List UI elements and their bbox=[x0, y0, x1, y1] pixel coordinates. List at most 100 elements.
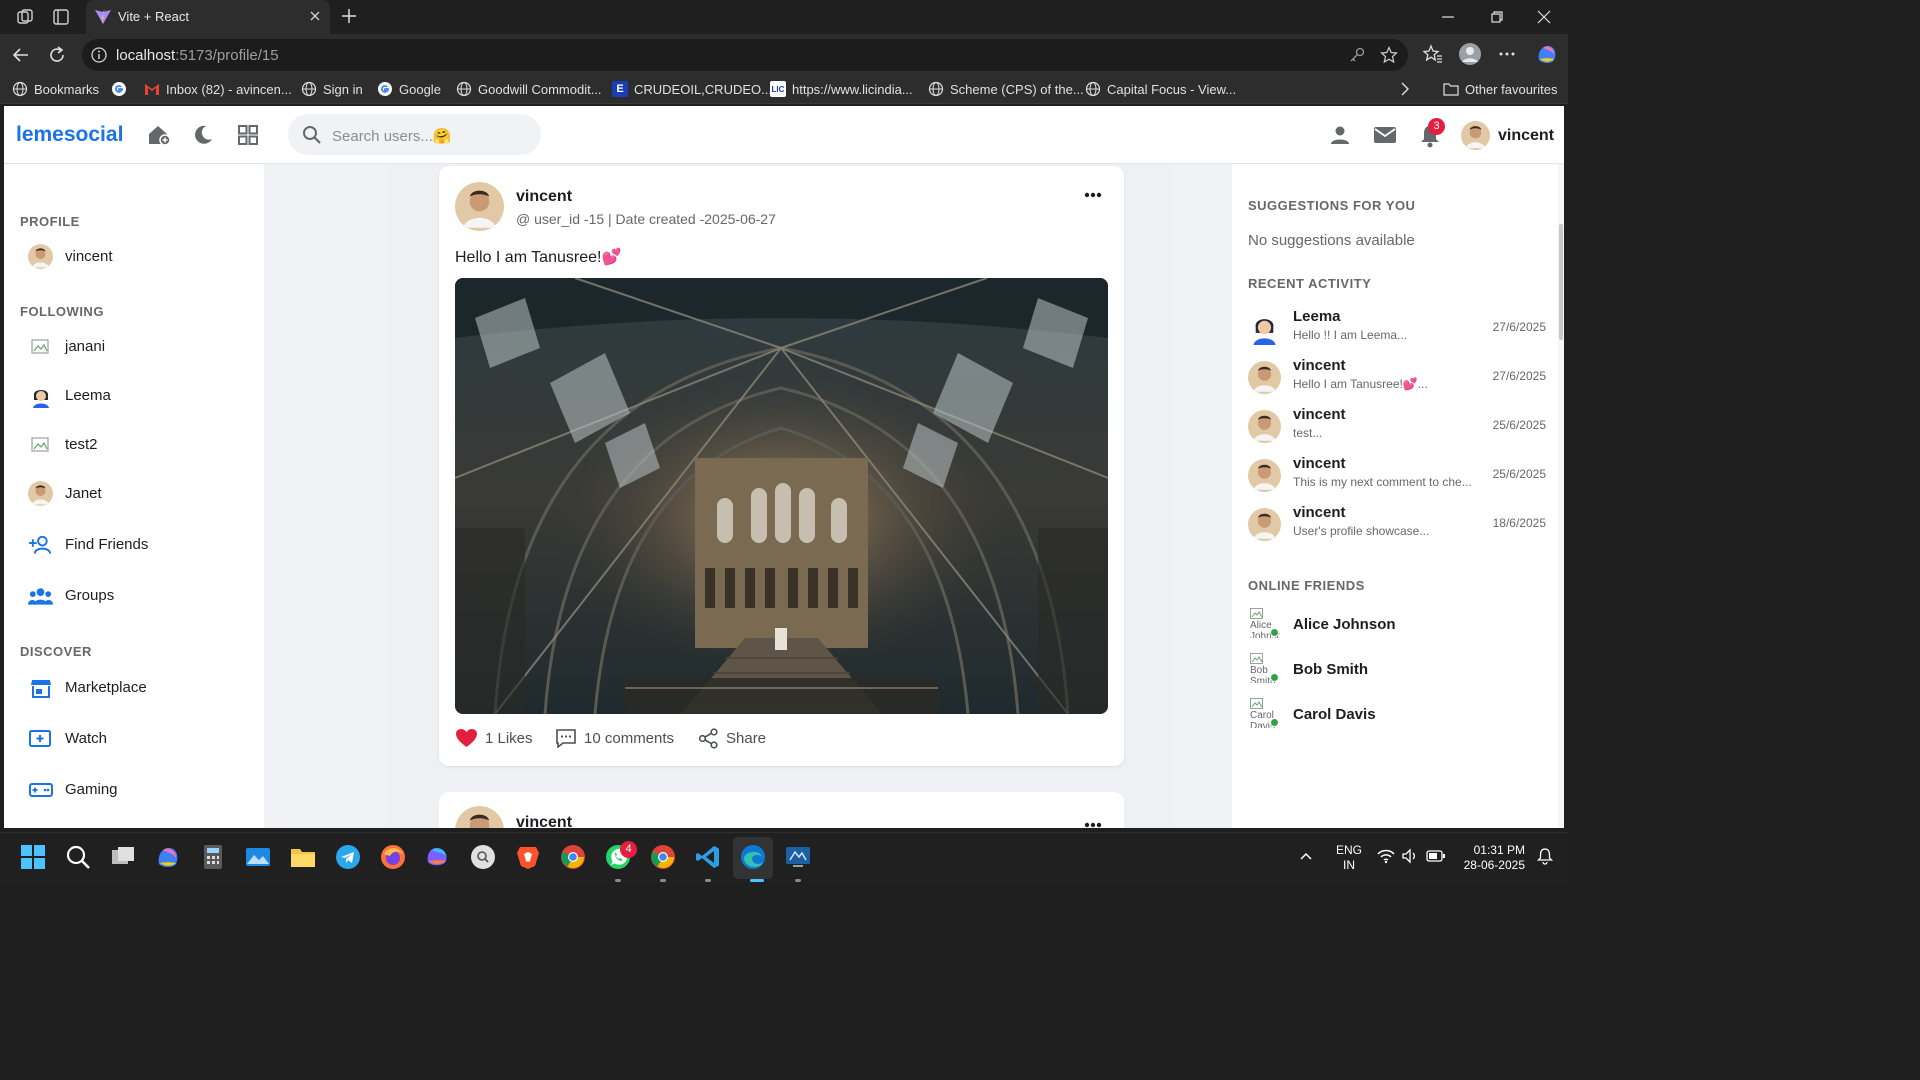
sidebar-item-marketplace[interactable]: Marketplace bbox=[28, 675, 147, 700]
close-tab-icon[interactable] bbox=[308, 9, 322, 23]
left-sidebar: PROFILE vincent FOLLOWING janani Leema t… bbox=[4, 164, 264, 828]
comments-button[interactable]: 10 comments bbox=[555, 728, 674, 748]
avatar bbox=[28, 481, 53, 506]
photos-icon[interactable] bbox=[245, 844, 271, 870]
chrome-icon[interactable] bbox=[560, 844, 586, 870]
address-bar[interactable]: localhost:5173/profile/15 bbox=[82, 39, 1408, 71]
edge-icon[interactable] bbox=[740, 844, 766, 870]
url-text: localhost:5173/profile/15 bbox=[116, 47, 279, 64]
avatar[interactable] bbox=[455, 806, 504, 828]
bookmark-item[interactable]: Capital Focus - View... bbox=[1085, 81, 1236, 97]
bookmark-item[interactable]: Inbox (82) - avincen... bbox=[144, 81, 292, 97]
section-title-profile: PROFILE bbox=[20, 214, 80, 229]
person-icon[interactable] bbox=[1329, 124, 1351, 146]
chrome-profile-icon[interactable] bbox=[650, 844, 676, 870]
header-username[interactable]: vincent bbox=[1498, 127, 1554, 145]
apps-grid-icon[interactable] bbox=[237, 124, 259, 146]
activity-item[interactable]: vincent This is my next comment to che..… bbox=[1248, 455, 1546, 495]
telegram-icon[interactable] bbox=[335, 844, 361, 870]
firefox-icon[interactable] bbox=[380, 844, 406, 870]
share-button[interactable]: Share bbox=[698, 728, 766, 749]
other-favourites[interactable]: Other favourites bbox=[1443, 81, 1558, 97]
avatar[interactable] bbox=[455, 182, 504, 231]
reload-icon[interactable] bbox=[47, 45, 67, 65]
search-input[interactable]: Search users...🤗 bbox=[288, 114, 541, 155]
bookmark-item[interactable] bbox=[111, 81, 127, 97]
profile-icon[interactable] bbox=[1458, 42, 1482, 66]
windows-start-icon[interactable] bbox=[20, 844, 46, 870]
sidebar-item-following[interactable]: Janet bbox=[28, 481, 102, 506]
post-author[interactable]: vincent bbox=[516, 814, 572, 828]
brave-icon[interactable] bbox=[515, 844, 541, 870]
folder-icon bbox=[1443, 81, 1459, 97]
sidebar-item-profile[interactable]: vincent bbox=[28, 244, 113, 269]
more-options-icon[interactable] bbox=[1084, 192, 1102, 198]
sidebar-item-following[interactable]: janani bbox=[28, 334, 105, 359]
bookmark-item[interactable]: Bookmarks bbox=[12, 81, 99, 97]
app-logo[interactable]: lemesocial bbox=[16, 123, 123, 147]
close-window-icon[interactable] bbox=[1536, 9, 1552, 25]
settings-more-icon[interactable] bbox=[1498, 45, 1516, 63]
bookmark-item[interactable]: Scheme (CPS) of the... bbox=[928, 81, 1084, 97]
favorites-icon[interactable] bbox=[1423, 44, 1443, 64]
wifi-icon[interactable] bbox=[1377, 848, 1403, 874]
battery-icon[interactable] bbox=[1426, 849, 1452, 875]
file-explorer-icon[interactable] bbox=[290, 844, 316, 870]
post-author[interactable]: vincent bbox=[516, 188, 572, 206]
language-indicator[interactable]: ENG IN bbox=[1336, 843, 1362, 873]
sidebar-item-following[interactable]: Leema bbox=[28, 383, 111, 408]
like-button[interactable]: 1 Likes bbox=[455, 728, 533, 748]
password-key-icon[interactable] bbox=[1348, 46, 1366, 64]
calculator-icon[interactable] bbox=[200, 844, 226, 870]
bookmark-item[interactable]: Google bbox=[377, 81, 441, 97]
remote-desktop-icon[interactable] bbox=[785, 844, 811, 870]
notification-center-icon[interactable] bbox=[1536, 847, 1562, 873]
chevron-right-icon[interactable] bbox=[1398, 81, 1412, 97]
avatar[interactable] bbox=[1461, 121, 1490, 150]
dark-mode-icon[interactable] bbox=[192, 124, 214, 146]
activity-item[interactable]: vincent test... 25/6/2025 bbox=[1248, 406, 1546, 446]
favorite-star-icon[interactable] bbox=[1380, 46, 1398, 64]
volume-icon[interactable] bbox=[1401, 848, 1427, 874]
site-info-icon[interactable] bbox=[90, 46, 108, 64]
activity-item[interactable]: Leema Hello !! I am Leema... 27/6/2025 bbox=[1248, 308, 1546, 348]
system-clock[interactable]: 01:31 PM 28-06-2025 bbox=[1460, 843, 1525, 873]
mail-icon[interactable] bbox=[1373, 126, 1397, 144]
sidebar-item-watch[interactable]: Watch bbox=[28, 726, 107, 751]
copilot-icon[interactable] bbox=[155, 844, 181, 870]
bookmark-item[interactable]: Goodwill Commodit... bbox=[456, 81, 602, 97]
section-title-activity: RECENT ACTIVITY bbox=[1248, 276, 1372, 291]
sidebar-item-following[interactable]: test2 bbox=[28, 432, 98, 457]
restore-icon[interactable] bbox=[1489, 9, 1505, 25]
scrollbar-thumb[interactable] bbox=[1559, 224, 1563, 340]
more-options-icon[interactable] bbox=[1084, 822, 1102, 828]
activity-item[interactable]: vincent User's profile showcase... 18/6/… bbox=[1248, 504, 1546, 544]
workspaces-icon[interactable] bbox=[15, 7, 35, 27]
sidebar-item-find-friends[interactable]: Find Friends bbox=[28, 532, 148, 557]
copilot-icon[interactable] bbox=[1535, 42, 1559, 66]
minimize-icon[interactable] bbox=[1440, 9, 1456, 25]
bookmark-item[interactable]: Sign in bbox=[301, 81, 363, 97]
bookmark-item[interactable]: E CRUDEOIL,CRUDEO... bbox=[612, 81, 772, 97]
task-view-icon[interactable] bbox=[110, 844, 136, 870]
new-tab-icon[interactable] bbox=[340, 7, 358, 25]
m365-icon[interactable] bbox=[425, 844, 451, 870]
online-friend[interactable]: Bob Smith Bob Smith bbox=[1248, 653, 1468, 687]
vscode-icon[interactable] bbox=[695, 844, 721, 870]
sidebar-item-gaming[interactable]: Gaming bbox=[28, 777, 118, 802]
bookmark-item[interactable]: LIC https://www.licindia... bbox=[770, 81, 913, 97]
activity-item[interactable]: vincent Hello I am Tanusree!💕... 27/6/20… bbox=[1248, 357, 1546, 397]
post-image[interactable] bbox=[455, 278, 1108, 714]
search-icon[interactable] bbox=[65, 844, 91, 870]
section-title-suggestions: SUGGESTIONS FOR YOU bbox=[1248, 198, 1416, 213]
sidebar-item-groups[interactable]: Groups bbox=[28, 583, 114, 608]
back-icon[interactable] bbox=[11, 45, 31, 65]
search-app-icon[interactable] bbox=[470, 844, 496, 870]
home-add-icon[interactable] bbox=[147, 124, 171, 146]
tray-chevron-up-icon[interactable] bbox=[1298, 848, 1324, 874]
online-friend[interactable]: Alice Johnson Alice Johnson bbox=[1248, 608, 1468, 642]
tab-actions-icon[interactable] bbox=[51, 7, 71, 27]
post-card: vincent @ user_id -15 | Date created -20… bbox=[439, 166, 1124, 766]
online-friend[interactable]: Carol Davis Carol Davis bbox=[1248, 698, 1468, 732]
browser-tab-active[interactable]: Vite + React bbox=[86, 0, 330, 34]
